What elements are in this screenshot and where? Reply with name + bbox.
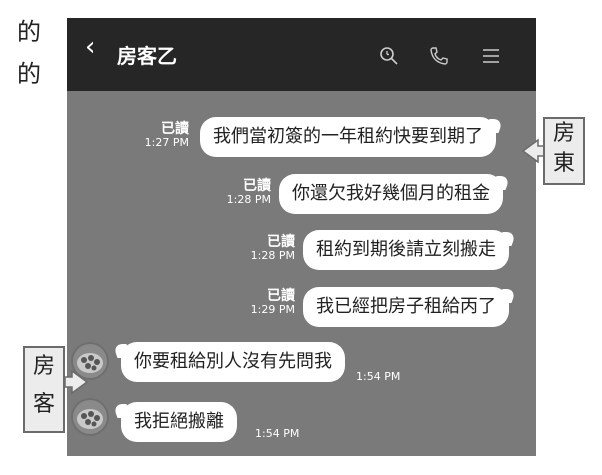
menu-icon[interactable] <box>481 46 501 66</box>
tenant-callout-arrow <box>64 369 88 395</box>
side-text-2: 的 <box>17 60 41 88</box>
message-status: 已讀 1:29 PM <box>250 288 295 316</box>
message-bubble-incoming: 你要租給別人沒有先問我 <box>121 342 345 382</box>
landlord-callout-label: 房東 <box>552 121 575 176</box>
message-time: 1:54 PM <box>255 427 300 440</box>
message-bubble-outgoing: 我們當初簽的一年租約快要到期了 <box>200 117 496 157</box>
tenant-callout: 房客 <box>23 346 65 433</box>
avatar-icon <box>73 400 107 434</box>
back-icon[interactable]: ‹ <box>85 34 95 60</box>
side-text-1: 的 <box>17 18 41 46</box>
avatar[interactable] <box>71 398 109 436</box>
message-time: 1:54 PM <box>356 370 401 383</box>
message-bubble-outgoing: 租約到期後請立刻搬走 <box>303 230 509 270</box>
message-status: 已讀 1:28 PM <box>250 234 295 262</box>
chat-screen: ‹ 房客乙 已讀 1:27 PM 我們當初簽的一年租約快要到期了 已讀 1:28 P… <box>67 18 536 456</box>
message-bubble-outgoing: 我已經把房子租給丙了 <box>303 287 509 327</box>
chat-header: ‹ 房客乙 <box>67 18 536 91</box>
tenant-callout-label: 房客 <box>32 354 55 417</box>
phone-call-icon[interactable] <box>429 46 449 66</box>
message-status: 已讀 1:27 PM <box>144 121 189 149</box>
message-bubble-incoming: 我拒絕搬離 <box>121 402 237 442</box>
search-icon[interactable] <box>379 46 399 66</box>
chat-title: 房客乙 <box>117 44 177 68</box>
message-bubble-outgoing: 你還欠我好幾個月的租金 <box>279 174 503 214</box>
landlord-callout: 房東 <box>543 117 585 185</box>
message-status: 已讀 1:28 PM <box>226 178 271 206</box>
